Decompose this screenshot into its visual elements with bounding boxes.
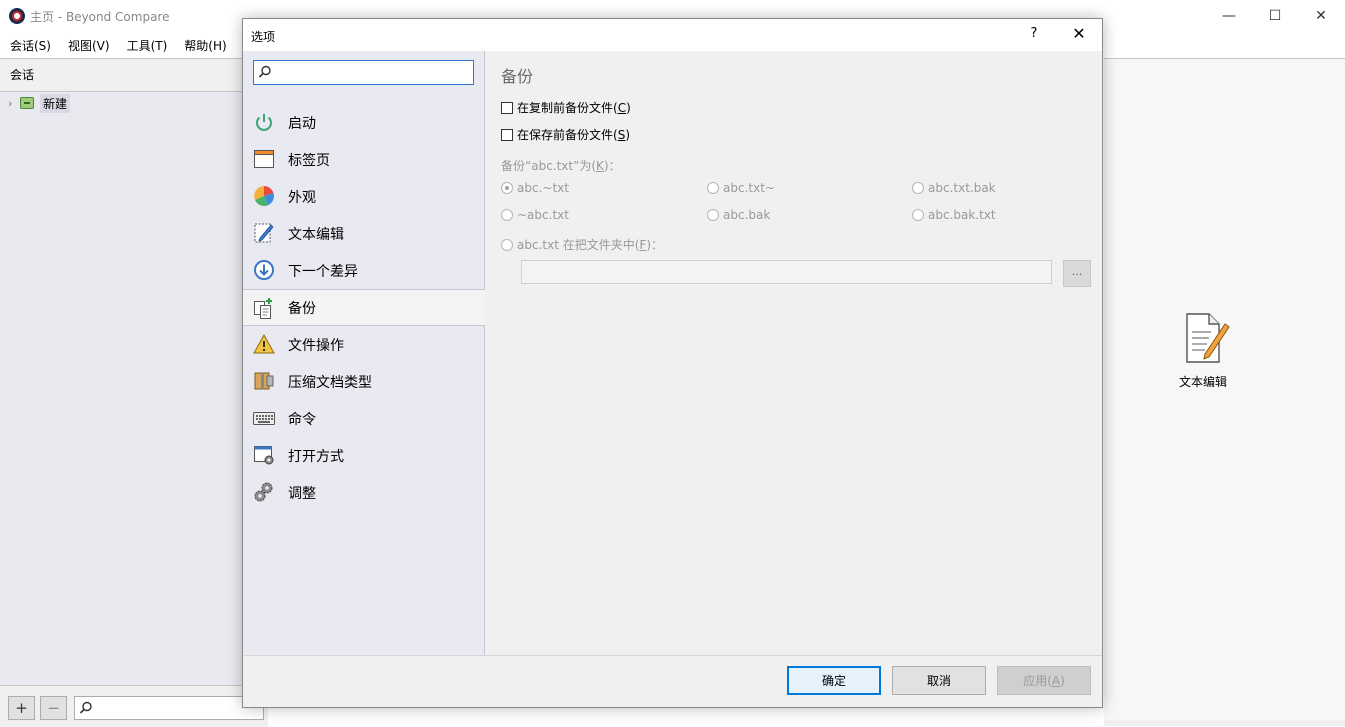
down-arrow-circle-icon (254, 260, 274, 280)
nav-item-label: 启动 (288, 115, 316, 132)
cancel-button[interactable]: 取消 (892, 666, 986, 695)
backup-copy-icon (254, 298, 272, 319)
radio-option-abc-tilde-txt[interactable]: abc.~txt (501, 181, 569, 195)
nav-item-label: 打开方式 (288, 448, 344, 465)
dialog-close-button[interactable]: ✕ (1065, 24, 1093, 46)
nav-item-tabs[interactable]: 标签页 (243, 141, 485, 178)
radio-button[interactable] (707, 209, 719, 221)
nav-item-appearance[interactable]: 外观 (243, 178, 485, 215)
radio-button[interactable] (501, 209, 513, 221)
backup-before-copy-checkbox[interactable] (501, 101, 513, 114)
backup-settings-panel: 备份 在复制前备份文件(C) 在保存前备份文件(S) 备份“abc.txt”为(… (485, 51, 1102, 655)
sessions-pane: 会话 › 新建 + − (0, 58, 268, 727)
close-icon: ✕ (1315, 8, 1327, 24)
ok-button[interactable]: 确定 (787, 666, 881, 695)
options-search-input[interactable] (253, 60, 474, 85)
remove-session-button[interactable]: − (40, 696, 67, 720)
radio-option-abc-bak[interactable]: abc.bak (707, 208, 770, 222)
backup-before-save-checkbox[interactable] (501, 128, 513, 141)
menu-view[interactable]: 视图(V) (58, 32, 115, 58)
nav-item-tweaks[interactable]: 调整 (243, 474, 485, 511)
nav-item-startup[interactable]: 启动 (243, 104, 485, 141)
gears-icon (254, 482, 273, 502)
radio-button[interactable] (501, 238, 513, 251)
radio-option-abc-bak-txt[interactable]: abc.bak.txt (912, 208, 996, 222)
radio-button[interactable] (912, 182, 924, 194)
radio-button[interactable] (912, 209, 924, 221)
checkbox-label: 在复制前备份文件(C) (517, 101, 631, 115)
archive-zipper-icon (254, 372, 274, 390)
backup-as-label: 备份“abc.txt”为(K)： (501, 158, 621, 174)
beyond-compare-app-icon (9, 8, 25, 24)
minimize-icon: — (1222, 8, 1236, 24)
nav-item-label: 标签页 (288, 152, 330, 169)
radio-button[interactable] (707, 182, 719, 194)
backup-folder-input[interactable] (521, 260, 1052, 284)
nav-item-file-operations[interactable]: 文件操作 (243, 326, 485, 363)
section-title: 备份 (501, 67, 534, 86)
nav-item-label: 命令 (288, 411, 316, 428)
search-icon (79, 701, 92, 714)
power-icon (256, 114, 272, 131)
chevron-right-icon[interactable]: › (8, 97, 20, 110)
nav-item-open-with[interactable]: 打开方式 (243, 437, 485, 474)
radio-option-tilde-abc-txt[interactable]: ~abc.txt (501, 208, 569, 222)
menu-session[interactable]: 会话(S) (0, 32, 56, 58)
session-search-input[interactable] (74, 696, 264, 720)
text-edit-label: 文本编辑 (1178, 375, 1227, 389)
help-button[interactable]: ? (1023, 26, 1045, 44)
nav-item-next-diff[interactable]: 下一个差异 (243, 252, 485, 289)
nav-item-backup[interactable]: 备份 (243, 289, 485, 326)
dialog-titlebar: 选项 ? ✕ (243, 19, 1102, 51)
warning-icon (253, 333, 275, 354)
nav-item-label: 文本编辑 (288, 226, 344, 243)
menu-tools[interactable]: 工具(T) (117, 32, 173, 58)
maximize-button[interactable]: ☐ (1252, 0, 1298, 32)
dialog-title: 选项 (251, 30, 276, 44)
backup-before-save-option[interactable]: 在保存前备份文件(S) (501, 126, 630, 143)
keyboard-icon (253, 412, 275, 425)
tab-page-icon (254, 150, 274, 168)
window-gear-icon (254, 446, 274, 465)
tree-item-new[interactable]: › 新建 (8, 93, 71, 113)
close-window-button[interactable]: ✕ (1298, 0, 1344, 32)
add-session-button[interactable]: + (8, 696, 35, 720)
search-icon (258, 65, 271, 78)
launcher-area (1104, 58, 1345, 726)
pie-palette-icon (254, 186, 274, 206)
sessions-header: 会话 (0, 59, 267, 92)
browse-folder-button[interactable]: ... (1063, 260, 1091, 287)
session-folder-icon (20, 97, 34, 109)
nav-item-label: 调整 (288, 485, 316, 502)
radio-option-abc-txt-tilde[interactable]: abc.txt~ (707, 181, 775, 195)
options-dialog: 选项 ? ✕ 启动 标签页 外观 文本编辑 下一个差异 备份 文件操作 压缩文档… (242, 18, 1103, 708)
checkbox-label: 在保存前备份文件(S) (517, 128, 630, 142)
text-edit-document-icon (1186, 313, 1230, 363)
maximize-icon: ☐ (1268, 8, 1282, 24)
nav-item-label: 外观 (288, 189, 316, 206)
backup-before-copy-option[interactable]: 在复制前备份文件(C) (501, 99, 631, 116)
status-strip (1104, 720, 1345, 726)
nav-item-archive-types[interactable]: 压缩文档类型 (243, 363, 485, 400)
minimize-button[interactable]: — (1206, 0, 1252, 32)
nav-item-commands[interactable]: 命令 (243, 400, 485, 437)
nav-item-label: 下一个差异 (288, 263, 358, 280)
window-title: 主页 - Beyond Compare (30, 10, 170, 24)
folder-option-label: abc.txt 在把文件夹中(F)： (517, 238, 663, 252)
nav-item-label: 文件操作 (288, 337, 344, 354)
text-edit-launcher[interactable]: 文本编辑 (1168, 310, 1238, 390)
dialog-footer: 确定 取消 应用(A) (243, 655, 1102, 707)
sessions-footer: + − (0, 685, 268, 727)
radio-option-abc-txt-bak[interactable]: abc.txt.bak (912, 181, 996, 195)
menu-help[interactable]: 帮助(H) (174, 32, 231, 58)
options-nav: 启动 标签页 外观 文本编辑 下一个差异 备份 文件操作 压缩文档类型 命令 打… (243, 51, 485, 655)
nav-item-text-edit[interactable]: 文本编辑 (243, 215, 485, 252)
apply-button[interactable]: 应用(A) (997, 666, 1091, 695)
radio-button[interactable] (501, 182, 513, 194)
nav-item-label: 压缩文档类型 (288, 374, 372, 391)
nav-item-label: 备份 (288, 300, 316, 317)
tree-item-label: 新建 (40, 93, 71, 113)
radio-option-backup-folder[interactable]: abc.txt 在把文件夹中(F)： (501, 236, 663, 253)
pencil-document-icon (254, 223, 274, 243)
